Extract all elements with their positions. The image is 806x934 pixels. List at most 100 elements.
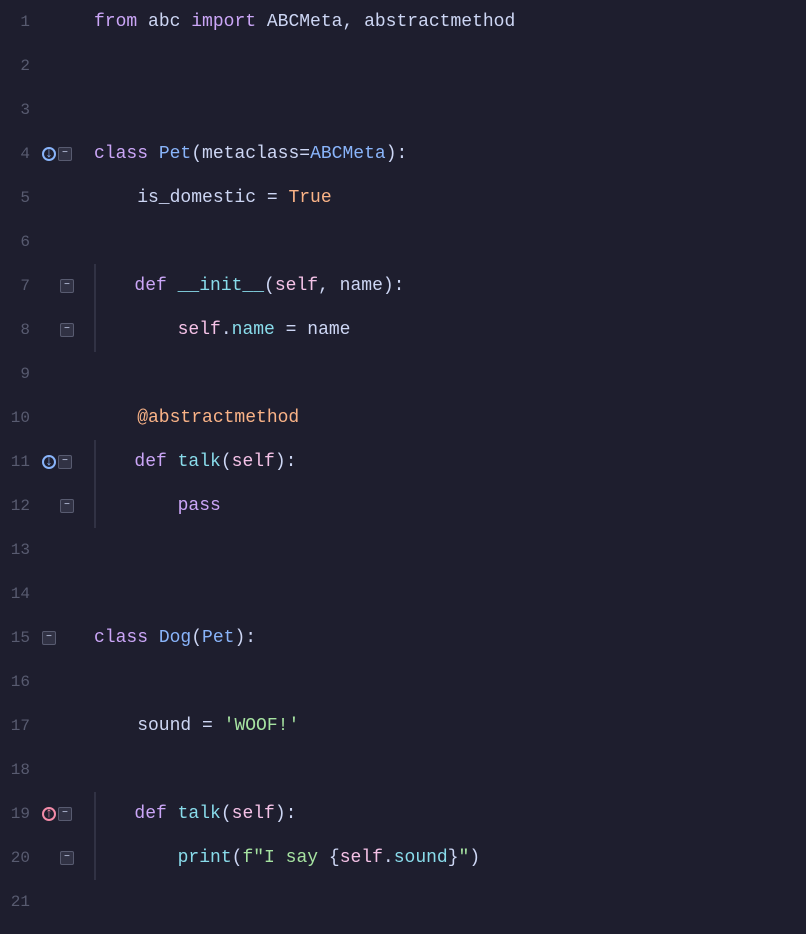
gutter-row-17: 17 bbox=[0, 704, 90, 748]
gutter-row-18: 18 bbox=[0, 748, 90, 792]
gutter-row-3: 3 bbox=[0, 88, 90, 132]
line-num-18: 18 bbox=[0, 748, 38, 792]
fold-icon-19[interactable]: − bbox=[58, 807, 72, 821]
token-print: print bbox=[178, 836, 232, 880]
gutter-row-12: 12 − bbox=[0, 484, 90, 528]
arrow-down-icon: ↓ bbox=[45, 147, 53, 161]
fold-icon-20[interactable]: − bbox=[60, 851, 74, 865]
breakpoint-icon-4[interactable]: ↓ bbox=[42, 147, 56, 161]
line-num-16: 16 bbox=[0, 660, 38, 704]
token-dog-paren: ( bbox=[191, 616, 202, 660]
gutter-row-21: 21 bbox=[0, 880, 90, 924]
token-talk-name: talk bbox=[167, 440, 221, 484]
token-talk-close: ): bbox=[275, 440, 297, 484]
line-num-17: 17 bbox=[0, 704, 38, 748]
token-self-talk2: self bbox=[232, 792, 275, 836]
line-num-9: 9 bbox=[0, 352, 38, 396]
code-line-4: class Pet(metaclass=ABCMeta): bbox=[94, 132, 806, 176]
token-fstring-end: " bbox=[459, 836, 470, 880]
line-num-15: 15 bbox=[0, 616, 38, 660]
token-dog-name: Dog bbox=[148, 616, 191, 660]
code-line-3 bbox=[94, 88, 806, 132]
line-num-19: 19 bbox=[0, 792, 38, 836]
token-self-talk: self bbox=[232, 440, 275, 484]
gutter-row-1: 1 bbox=[0, 0, 90, 44]
token-sound-eq: = bbox=[202, 704, 213, 748]
line-num-3: 3 bbox=[0, 88, 38, 132]
fold-icon-12[interactable]: − bbox=[60, 499, 74, 513]
code-line-12: pass bbox=[94, 484, 806, 528]
code-line-18 bbox=[94, 748, 806, 792]
token-def-talk: def bbox=[134, 440, 166, 484]
token-class-pet: class bbox=[94, 132, 148, 176]
code-line-8: self.name = name bbox=[94, 308, 806, 352]
token-decorator: @abstractmethod bbox=[94, 396, 299, 440]
code-line-1: from abc import ABCMeta, abstractmethod bbox=[94, 0, 806, 44]
token-talk2-name: talk bbox=[167, 792, 221, 836]
line-num-7: 7 bbox=[0, 264, 38, 308]
code-content: from abc import ABCMeta, abstractmethod … bbox=[90, 0, 806, 934]
token-talk2-paren: ( bbox=[221, 792, 232, 836]
token-is-domestic: is_domestic bbox=[94, 176, 267, 220]
token-assign-8: = name bbox=[275, 308, 351, 352]
gutter-row-20: 20 − bbox=[0, 836, 90, 880]
token-pet-name: Pet bbox=[148, 132, 191, 176]
code-line-2 bbox=[94, 44, 806, 88]
line-num-12: 12 bbox=[0, 484, 38, 528]
fold-icon-15[interactable]: − bbox=[42, 631, 56, 645]
line-num-1: 1 bbox=[0, 0, 38, 44]
token-indent-12 bbox=[102, 484, 178, 528]
code-line-13 bbox=[94, 528, 806, 572]
indent-guide-11 bbox=[94, 440, 96, 484]
line-num-2: 2 bbox=[0, 44, 38, 88]
line-num-10: 10 bbox=[0, 396, 38, 440]
fold-icon-11[interactable]: − bbox=[58, 455, 72, 469]
token-eq: = bbox=[299, 132, 310, 176]
fold-icon-7[interactable]: − bbox=[60, 279, 74, 293]
gutter-row-10: 10 bbox=[0, 396, 90, 440]
token-woof: 'WOOF!' bbox=[213, 704, 299, 748]
token-sound-attr: sound bbox=[394, 836, 448, 880]
token-indent-7 bbox=[102, 264, 134, 308]
gutter-row-11: 11 ↓ − bbox=[0, 440, 90, 484]
code-line-5: is_domestic = True bbox=[94, 176, 806, 220]
line-num-4: 4 bbox=[0, 132, 38, 176]
gutter-row-14: 14 bbox=[0, 572, 90, 616]
line-num-11: 11 bbox=[0, 440, 38, 484]
breakpoint-icon-19[interactable]: ↑ bbox=[42, 807, 56, 821]
token-indent-20 bbox=[102, 836, 178, 880]
token-abc: abc bbox=[137, 0, 191, 44]
token-fbrace-open: { bbox=[329, 836, 340, 880]
token-paren-open: ( bbox=[191, 132, 202, 176]
gutter-row-13: 13 bbox=[0, 528, 90, 572]
token-abcmeta: ABCMeta, abstractmethod bbox=[256, 0, 515, 44]
code-line-17: sound = 'WOOF!' bbox=[94, 704, 806, 748]
token-comma-name: , name): bbox=[318, 264, 404, 308]
code-line-19: def talk(self): bbox=[94, 792, 806, 836]
breakpoint-icon-11[interactable]: ↓ bbox=[42, 455, 56, 469]
gutter-row-4: 4 ↓ − bbox=[0, 132, 90, 176]
token-dog-close: ): bbox=[234, 616, 256, 660]
token-indent-19 bbox=[102, 792, 134, 836]
arrow-down-icon-11: ↓ bbox=[45, 455, 53, 469]
line-num-13: 13 bbox=[0, 528, 38, 572]
token-talk2-close: ): bbox=[275, 792, 297, 836]
token-name-attr: name bbox=[232, 308, 275, 352]
token-indent-8 bbox=[102, 308, 178, 352]
arrow-up-icon-19: ↑ bbox=[45, 807, 53, 821]
token-metaclass-param: metaclass bbox=[202, 132, 299, 176]
token-paren-close: ): bbox=[386, 132, 408, 176]
line-num-21: 21 bbox=[0, 880, 38, 924]
indent-guide-7 bbox=[94, 264, 96, 308]
line-num-20: 20 bbox=[0, 836, 38, 880]
fold-icon-4[interactable]: − bbox=[58, 147, 72, 161]
fold-icon-8[interactable]: − bbox=[60, 323, 74, 337]
line-num-5: 5 bbox=[0, 176, 38, 220]
token-dot-8: . bbox=[221, 308, 232, 352]
gutter-row-9: 9 bbox=[0, 352, 90, 396]
token-init-paren: ( bbox=[264, 264, 275, 308]
token-print-paren: ( bbox=[232, 836, 243, 880]
token-assign: = bbox=[267, 176, 278, 220]
line-num-8: 8 bbox=[0, 308, 38, 352]
line-num-6: 6 bbox=[0, 220, 38, 264]
